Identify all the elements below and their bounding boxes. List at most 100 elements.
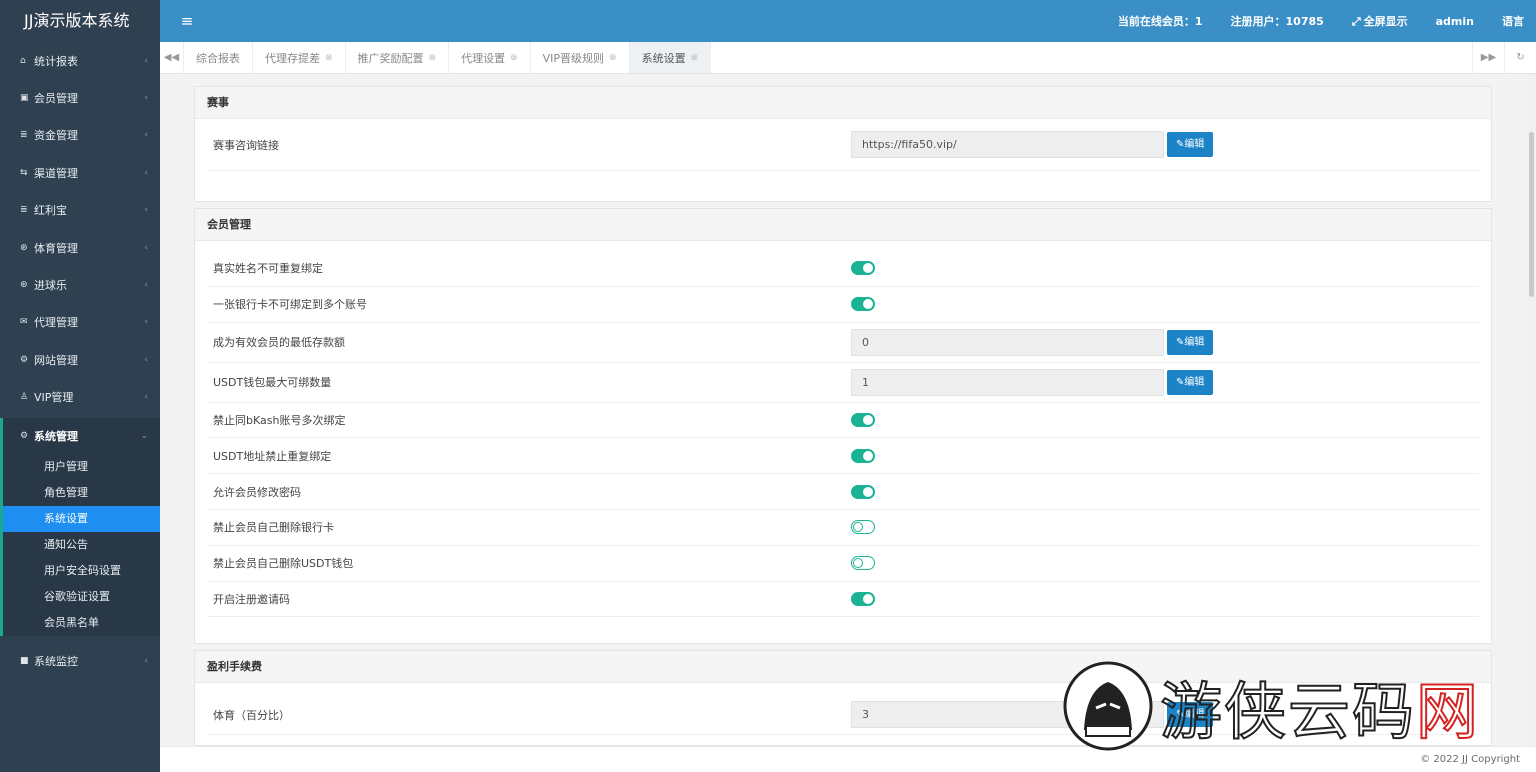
ball-icon: ⊛ — [20, 242, 28, 253]
scroll-right-icon[interactable]: ▶▶ — [1472, 42, 1504, 73]
sidebar-item-system[interactable]: ⚙ 系统管理 ⌄ — [0, 417, 160, 454]
setting-input[interactable]: 0 — [851, 328, 1164, 356]
chevron-left-icon: ‹ — [144, 167, 148, 178]
chevron-left-icon: ‹ — [144, 317, 148, 328]
tab[interactable]: 系统设置 ⊗ — [629, 42, 712, 73]
sidebar-item[interactable]: ⌂ 统计报表 ‹ — [0, 42, 160, 79]
edit-button[interactable]: ✎编辑 — [1167, 702, 1214, 728]
vertical-scrollbar[interactable] — [1526, 74, 1536, 746]
member-icon: ▣ — [20, 93, 29, 104]
expand-icon: ⤢ — [1351, 15, 1361, 28]
ball-icon: ⊛ — [20, 280, 28, 291]
toggle-switch[interactable] — [851, 556, 875, 571]
tab[interactable]: VIP晋级规则 ⊗ — [531, 42, 630, 73]
tab[interactable]: 综合报表 — [184, 42, 253, 73]
close-icon[interactable]: ⊗ — [691, 53, 699, 63]
setting-row: 开启注册邀请码 — [207, 582, 1479, 618]
edit-button[interactable]: ✎编辑 — [1167, 369, 1214, 395]
sidebar-item[interactable]: ⇆ 渠道管理 ‹ — [0, 154, 160, 191]
sidebar-item[interactable]: ⊛ 进球乐 ‹ — [0, 266, 160, 303]
setting-row: USDT地址禁止重复绑定 — [207, 438, 1479, 475]
sidebar-subitem[interactable]: 用户安全码设置 — [3, 558, 160, 584]
setting-input[interactable]: 1 — [851, 368, 1164, 396]
tab-label: 代理设置 — [461, 51, 506, 65]
language-menu[interactable]: 语言 — [1502, 13, 1524, 29]
sidebar-item-label: 进球乐 — [34, 279, 67, 293]
database-icon: ≣ — [20, 130, 28, 141]
toggle-switch[interactable] — [851, 484, 875, 499]
setting-input[interactable]: 3 — [851, 701, 1164, 729]
tab[interactable]: 推广奖励配置 ⊗ — [346, 42, 450, 73]
sidebar-item[interactable]: ▣ 会员管理 ‹ — [0, 79, 160, 116]
close-icon[interactable]: ⊗ — [609, 53, 617, 63]
sidebar-item[interactable]: ✉ 代理管理 ‹ — [0, 304, 160, 341]
sidebar-item[interactable]: ♙ VIP管理 ‹ — [0, 379, 160, 416]
edit-label: 编辑 — [1184, 709, 1205, 721]
sidebar-item[interactable]: ⚙ 网站管理 ‹ — [0, 341, 160, 378]
sidebar-item-label: 红利宝 — [34, 204, 67, 218]
toggle-switch[interactable] — [851, 591, 875, 606]
sidebar-item[interactable]: ⊛ 体育管理 ‹ — [0, 229, 160, 266]
sidebar-item-label: 系统监控 — [34, 654, 78, 668]
toggle-switch[interactable] — [851, 412, 875, 427]
chevron-left-icon: ‹ — [144, 55, 148, 66]
setting-label: 禁止会员自己删除银行卡 — [213, 521, 334, 535]
close-icon[interactable]: ⊗ — [325, 53, 333, 63]
sidebar-subitem[interactable]: 系统设置 — [3, 505, 160, 532]
panel-title: 赛事 — [195, 87, 1491, 119]
mail-icon: ✉ — [20, 317, 28, 328]
setting-label: 禁止同bKash账号多次绑定 — [213, 413, 346, 427]
setting-row: 一张银行卡不可绑定到多个账号 — [207, 287, 1479, 323]
tab[interactable]: 代理存提差 ⊗ — [253, 42, 346, 73]
toggle-switch[interactable] — [851, 297, 875, 312]
toggle-switch[interactable] — [851, 520, 875, 535]
setting-row: 允许会员修改密码 — [207, 474, 1479, 510]
match-link-input[interactable]: https://fifa50.vip/ — [851, 131, 1164, 158]
setting-row: 禁止同bKash账号多次绑定 — [207, 403, 1479, 439]
tab-bar: ◀◀ 综合报表 代理存提差 ⊗ 推广奖励配置 ⊗ 代理设置 ⊗ VIP晋级规则 ⊗ 系统设置 ⊗ ▶… — [160, 42, 1536, 74]
edit-button[interactable]: ✎编辑 — [1167, 132, 1214, 157]
sidebar-subitem[interactable]: 谷歌验证设置 — [3, 584, 160, 610]
user-icon: ♙ — [20, 392, 29, 403]
chevron-left-icon: ‹ — [144, 655, 148, 666]
match-panel: 赛事 赛事咨询链接 https://fifa50.vip/ ✎编辑 — [194, 86, 1492, 202]
setting-label: 禁止会员自己删除USDT钱包 — [213, 557, 354, 571]
fullscreen-button[interactable]: ⤢ 全屏显示 — [1352, 13, 1408, 29]
setting-label: USDT地址禁止重复绑定 — [213, 449, 332, 463]
tab-list: 综合报表 代理存提差 ⊗ 推广奖励配置 ⊗ 代理设置 ⊗ VIP晋级规则 ⊗ 系统设置 ⊗ — [184, 42, 712, 73]
sidebar-subitem[interactable]: 用户管理 — [3, 454, 160, 480]
setting-row: 体育（百分比） 3 ✎编辑 — [207, 695, 1479, 736]
tab[interactable]: 代理设置 ⊗ — [449, 42, 531, 73]
toggle-knob — [863, 263, 873, 274]
online-count: 当前在线会员：1 — [1117, 15, 1203, 28]
sidebar-item-label: 网站管理 — [34, 353, 78, 367]
scrollbar-thumb[interactable] — [1529, 132, 1534, 297]
toggle-switch[interactable] — [851, 448, 875, 463]
sidebar-item[interactable]: ≣ 红利宝 ‹ — [0, 192, 160, 229]
menu-toggle-icon[interactable]: ≡ — [160, 12, 214, 30]
chevron-left-icon: ‹ — [144, 205, 148, 216]
toggle-switch[interactable] — [851, 261, 875, 276]
chevron-left-icon: ‹ — [144, 392, 148, 403]
sidebar-item-monitor[interactable]: ■ 系统监控 ‹ — [0, 642, 160, 679]
edit-button[interactable]: ✎编辑 — [1167, 329, 1214, 355]
edit-label: 编辑 — [1184, 336, 1205, 348]
tab-label: VIP晋级规则 — [542, 51, 605, 65]
fullscreen-label: 全屏显示 — [1363, 15, 1408, 28]
sidebar-subitem[interactable]: 会员黑名单 — [3, 610, 160, 636]
chevron-left-icon: ‹ — [144, 130, 148, 141]
chevron-down-icon: ⌄ — [140, 430, 148, 441]
sidebar-item-label: 代理管理 — [34, 316, 78, 330]
sidebar-item-label: 系统管理 — [34, 429, 78, 443]
sidebar-subitem[interactable]: 角色管理 — [3, 480, 160, 506]
scroll-left-icon[interactable]: ◀◀ — [160, 42, 184, 73]
panel-title: 盈利手续费 — [195, 651, 1491, 684]
channel-icon: ⇆ — [20, 167, 28, 178]
close-icon[interactable]: ⊗ — [510, 53, 518, 63]
refresh-icon[interactable]: ↻ — [1504, 42, 1536, 73]
user-menu[interactable]: admin — [1436, 15, 1474, 28]
setting-label: 真实姓名不可重复绑定 — [213, 262, 323, 276]
close-icon[interactable]: ⊗ — [429, 53, 437, 63]
sidebar-subitem[interactable]: 通知公告 — [3, 532, 160, 558]
sidebar-item[interactable]: ≣ 资金管理 ‹ — [0, 117, 160, 154]
